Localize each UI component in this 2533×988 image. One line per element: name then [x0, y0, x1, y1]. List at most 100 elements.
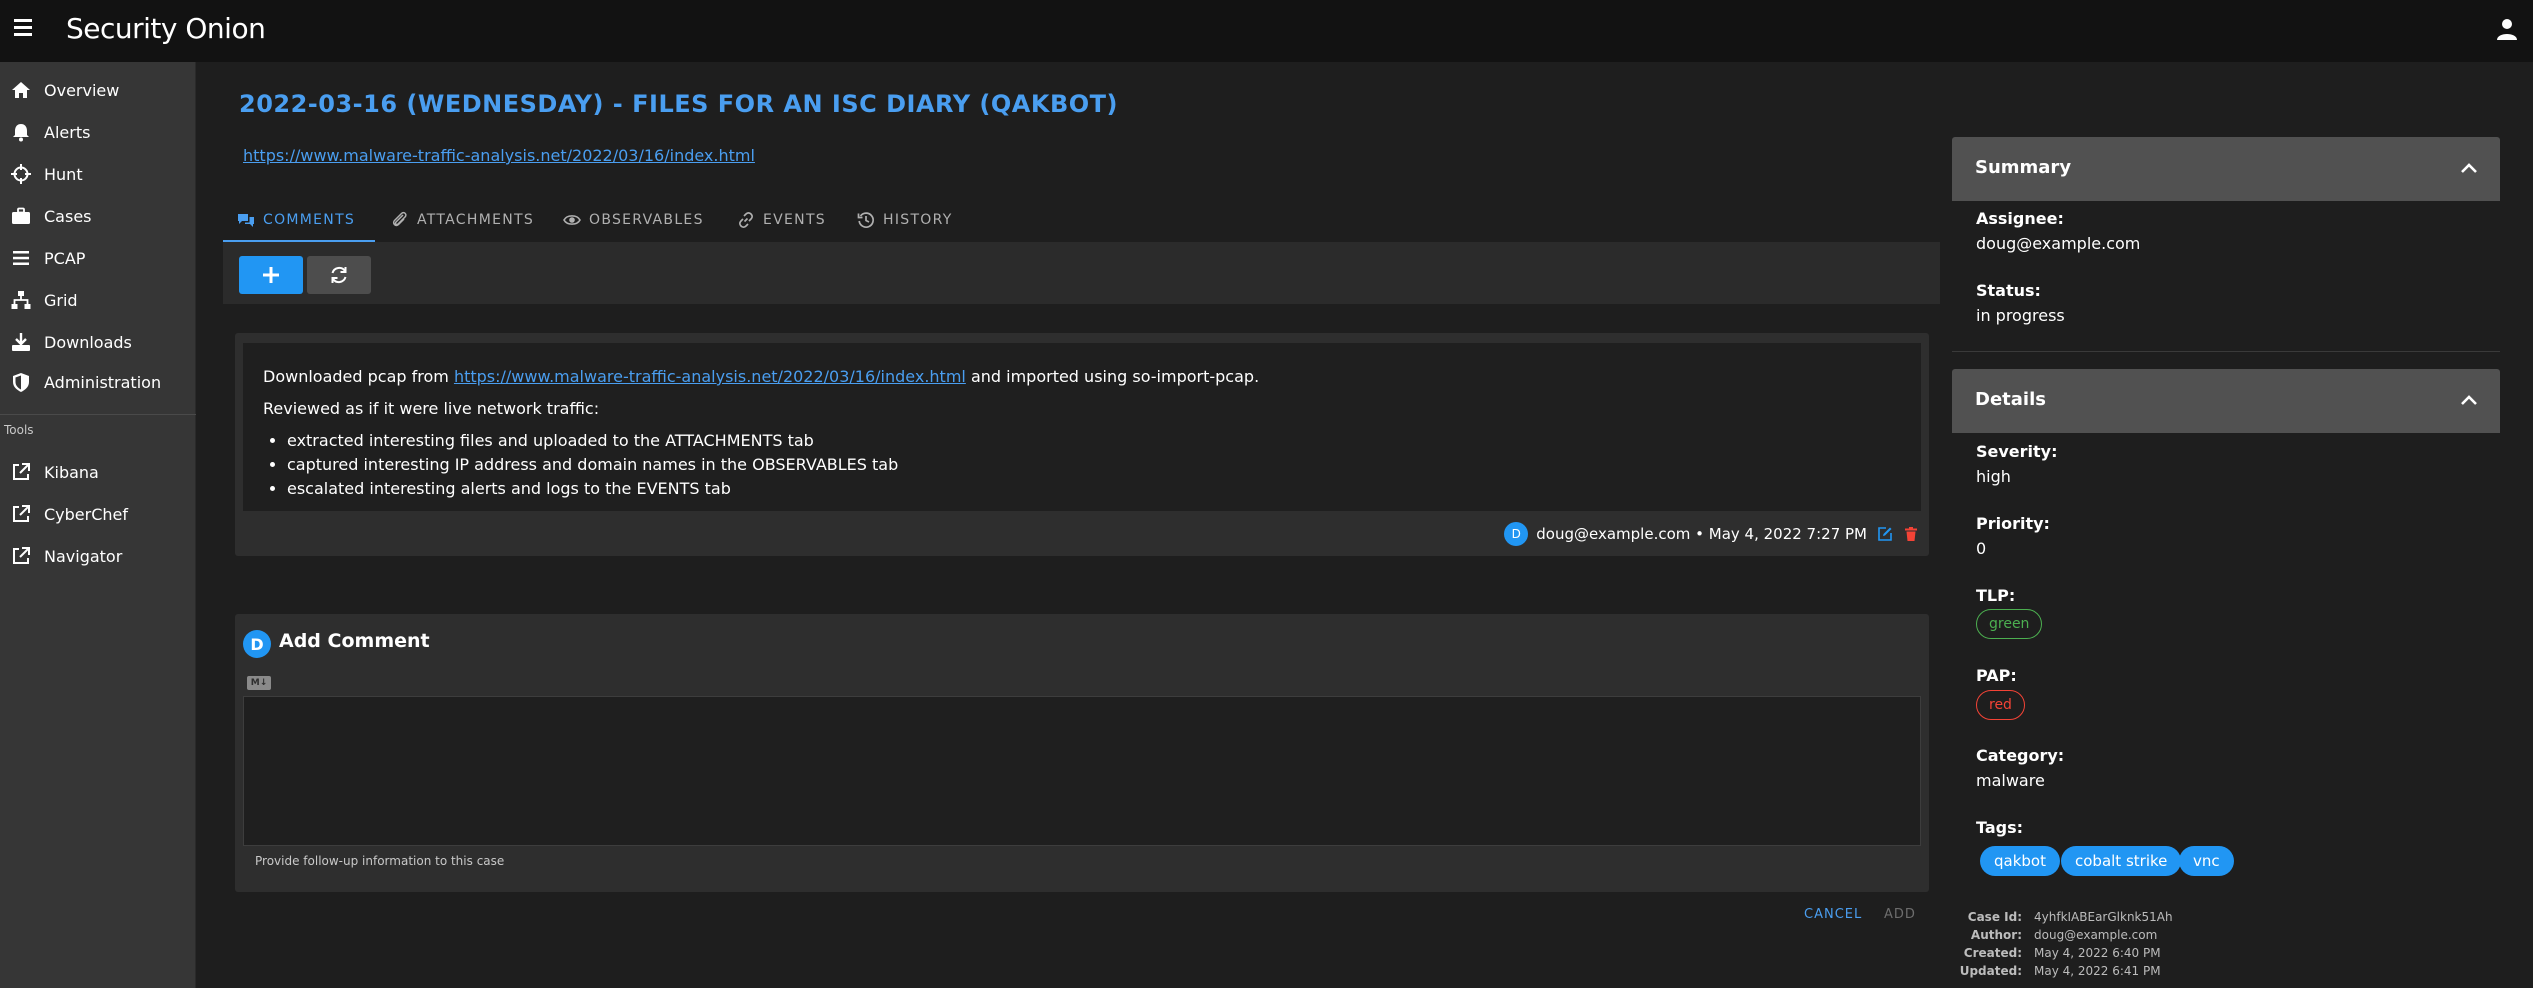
- tab-observables[interactable]: OBSERVABLES: [563, 198, 704, 242]
- list-item: extracted interesting files and uploaded…: [287, 429, 1901, 453]
- sidebar-item-label: Overview: [44, 80, 120, 100]
- sidebar-item-cyberchef[interactable]: CyberChef: [0, 494, 196, 534]
- comment-hint: Provide follow-up information to this ca…: [255, 854, 505, 868]
- sidebar-divider: [0, 414, 196, 415]
- history-icon: [857, 212, 874, 228]
- refresh-button[interactable]: [307, 256, 371, 294]
- case-id-row: Case Id: 4yhfkIABEarGlknk51Ah: [1952, 910, 2492, 926]
- trash-icon[interactable]: [1903, 526, 1919, 542]
- sidebar-item-label: Kibana: [44, 462, 99, 482]
- hamburger-icon[interactable]: [14, 19, 32, 36]
- tag-chip[interactable]: vnc: [2179, 846, 2234, 876]
- case-updated-row: Updated: May 4, 2022 6:41 PM: [1952, 964, 2492, 980]
- sidebar-item-label: PCAP: [44, 248, 86, 268]
- comment-body: Downloaded pcap from https://www.malware…: [243, 343, 1921, 511]
- comment-list: extracted interesting files and uploaded…: [263, 429, 1901, 501]
- sidebar-item-alerts[interactable]: Alerts: [0, 112, 196, 152]
- briefcase-icon: [12, 207, 30, 224]
- sidebar-item-kibana[interactable]: Kibana: [0, 452, 196, 492]
- case-author-row: Author: doug@example.com: [1952, 928, 2492, 944]
- chevron-up-icon: [2461, 395, 2477, 405]
- sidebar-item-administration[interactable]: Administration: [0, 362, 196, 402]
- details-header[interactable]: Details: [1952, 369, 2500, 433]
- edit-icon[interactable]: [1877, 526, 1893, 542]
- tlp-chip: green: [1976, 609, 2043, 639]
- panel-divider: [1952, 351, 2500, 352]
- tab-history[interactable]: HISTORY: [857, 198, 953, 242]
- tag-chip[interactable]: cobalt strike: [2061, 846, 2182, 876]
- comment-line: Reviewed as if it were live network traf…: [263, 399, 600, 418]
- pap-chip: red: [1976, 690, 2025, 720]
- external-link-icon: [13, 547, 30, 564]
- pap-label: PAP:: [1976, 666, 2017, 685]
- app-logo[interactable]: Security Onion: [66, 12, 266, 45]
- details-title: Details: [1975, 389, 2046, 410]
- user-icon[interactable]: [2497, 18, 2517, 40]
- tab-events[interactable]: EVENTS: [737, 198, 826, 242]
- case-id-label: Case Id:: [1967, 910, 2022, 924]
- sidebar-item-label: Grid: [44, 290, 78, 310]
- sidebar-item-label: Alerts: [44, 122, 91, 142]
- comments-toolbar: [223, 242, 1940, 304]
- severity-label: Severity:: [1976, 442, 2058, 461]
- markdown-icon: M↓: [247, 676, 271, 690]
- sidebar-item-label: Hunt: [44, 164, 83, 184]
- link-icon: [739, 212, 753, 228]
- tab-label: HISTORY: [883, 212, 953, 228]
- sidebar-item-grid[interactable]: Grid: [0, 280, 196, 320]
- sidebar-item-downloads[interactable]: Downloads: [0, 322, 196, 362]
- status-label: Status:: [1976, 281, 2041, 300]
- priority-label: Priority:: [1976, 514, 2050, 533]
- cancel-button[interactable]: CANCEL: [1804, 907, 1862, 922]
- summary-header[interactable]: Summary: [1952, 137, 2500, 201]
- tab-label: COMMENTS: [263, 212, 356, 228]
- list-item: escalated interesting alerts and logs to…: [287, 477, 1901, 501]
- home-icon: [12, 82, 30, 98]
- case-tabs: COMMENTS ATTACHMENTS OBSERVABLES EVENTS …: [223, 198, 1940, 242]
- tab-comments[interactable]: COMMENTS: [237, 198, 355, 242]
- case-author-label: Author:: [1970, 928, 2022, 942]
- priority-value: 0: [1976, 539, 1987, 558]
- avatar: D: [1504, 522, 1529, 546]
- shield-icon: [13, 373, 29, 392]
- sidebar-item-overview[interactable]: Overview: [0, 70, 196, 110]
- comment-line: Downloaded pcap from https://www.malware…: [263, 365, 1901, 389]
- severity-value: high: [1976, 467, 2011, 486]
- tag-chip[interactable]: qakbot: [1980, 846, 2060, 876]
- case-updated-value: May 4, 2022 6:41 PM: [2034, 964, 2161, 978]
- assignee-value: doug@example.com: [1976, 234, 2141, 253]
- external-link-icon: [13, 463, 30, 480]
- category-label: Category:: [1976, 746, 2065, 765]
- case-created-row: Created: May 4, 2022 6:40 PM: [1952, 946, 2492, 962]
- tags-label: Tags:: [1976, 818, 2024, 837]
- sidebar-item-label: CyberChef: [44, 504, 129, 524]
- paperclip-icon: [392, 211, 407, 227]
- comment-textarea[interactable]: [243, 696, 1921, 846]
- sidebar-item-cases[interactable]: Cases: [0, 196, 196, 236]
- case-id-value: 4yhfkIABEarGlknk51Ah: [2034, 910, 2173, 924]
- chevron-up-icon: [2461, 163, 2477, 173]
- comment-card: Downloaded pcap from https://www.malware…: [235, 333, 1929, 556]
- sidebar-item-navigator[interactable]: Navigator: [0, 536, 196, 576]
- list-icon: [13, 251, 29, 265]
- case-link[interactable]: https://www.malware-traffic-analysis.net…: [243, 146, 755, 165]
- plus-icon: [263, 267, 279, 283]
- case-author-value: doug@example.com: [2034, 928, 2158, 942]
- add-comment-button[interactable]: [239, 256, 303, 294]
- add-comment-card: D Add Comment M↓ Provide follow-up infor…: [235, 614, 1929, 892]
- crosshair-icon: [11, 164, 31, 184]
- sitemap-icon: [11, 291, 31, 309]
- comments-icon: [238, 214, 254, 227]
- sidebar-item-pcap[interactable]: PCAP: [0, 238, 196, 278]
- avatar: D: [243, 630, 271, 658]
- comment-link[interactable]: https://www.malware-traffic-analysis.net…: [454, 367, 966, 386]
- external-link-icon: [13, 505, 30, 522]
- add-button[interactable]: ADD: [1884, 907, 1916, 922]
- tab-attachments[interactable]: ATTACHMENTS: [391, 198, 534, 242]
- list-item: captured interesting IP address and doma…: [287, 453, 1901, 477]
- comment-text: Downloaded pcap from: [263, 367, 454, 386]
- case-created-label: Created:: [1963, 946, 2022, 960]
- bell-icon: [13, 124, 29, 142]
- sidebar-item-hunt[interactable]: Hunt: [0, 154, 196, 194]
- sidebar: Overview Alerts Hunt Cases PCAP Grid Dow…: [0, 62, 196, 988]
